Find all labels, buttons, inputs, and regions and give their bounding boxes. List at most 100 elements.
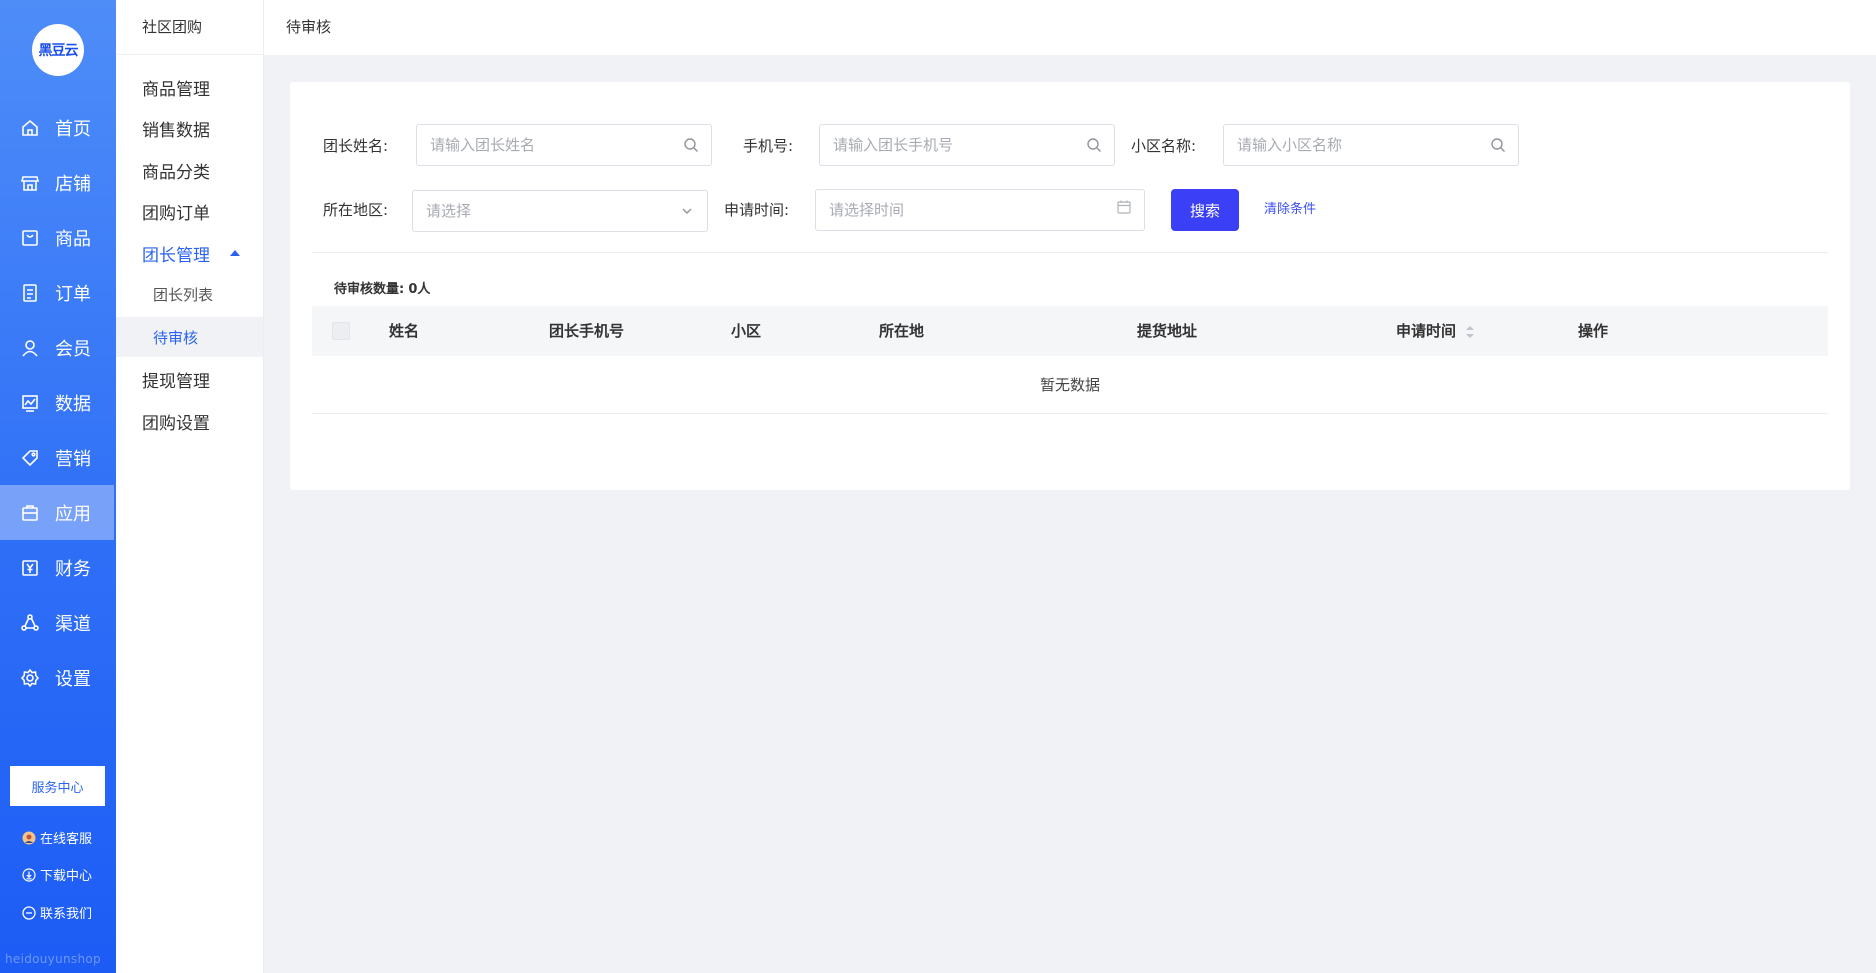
column-header-apply-time[interactable]: 申请时间	[1396, 306, 1475, 356]
tag-icon	[21, 449, 38, 466]
submenu-item-goods-management[interactable]: 商品管理	[116, 67, 263, 107]
nav-item-label: 设置	[55, 668, 91, 690]
goods-icon	[22, 229, 38, 246]
submenu-item-group-orders[interactable]: 团购订单	[116, 191, 263, 231]
nav-item-data[interactable]: 数据	[0, 375, 116, 430]
nav-item-label: 订单	[55, 283, 91, 305]
member-icon	[22, 339, 38, 357]
search-icon[interactable]	[683, 137, 699, 153]
apply-time-picker[interactable]	[815, 189, 1145, 231]
order-icon	[23, 283, 37, 302]
store-icon	[20, 175, 40, 191]
download-center-label: 下载中心	[40, 869, 93, 884]
search-icon[interactable]	[1490, 137, 1506, 153]
data-icon	[22, 394, 38, 412]
service-center-button[interactable]: 服务中心	[10, 766, 105, 806]
submenu-item-goods-category[interactable]: 商品分类	[116, 150, 263, 190]
submenu-child-pending-review[interactable]: 待审核	[116, 317, 263, 357]
secondary-menu: 社区团购 商品管理 销售数据 商品分类 团购订单 团长管理 团长列表 待审核 提…	[116, 0, 264, 973]
brand-logo[interactable]: 黑豆云	[32, 24, 84, 76]
pending-count: 待审核数量: 0人	[334, 278, 430, 297]
submenu-title: 社区团购	[116, 0, 263, 55]
table-header: 姓名 团长手机号 小区 所在地 提货地址 申请时间 操作	[312, 306, 1828, 356]
nav-item-label: 商品	[55, 228, 91, 250]
submenu-item-group-settings[interactable]: 团购设置	[116, 401, 263, 441]
nav-item-label: 渠道	[55, 613, 91, 635]
leader-name-field[interactable]	[416, 124, 712, 166]
content-card: 团长姓名: 手机号: 小区名称: 所在地区: 申请时间: 搜索 清除条件 待审核…	[290, 82, 1850, 490]
app-icon	[22, 504, 38, 521]
submenu-item-sales-data[interactable]: 销售数据	[116, 108, 263, 148]
community-label: 小区名称:	[1131, 137, 1197, 155]
phone-field[interactable]	[819, 124, 1115, 166]
submenu-item-withdrawal[interactable]: 提现管理	[116, 359, 263, 399]
finance-icon	[22, 559, 38, 576]
nav-item-app[interactable]: 应用	[0, 485, 114, 540]
region-select-input[interactable]	[413, 191, 707, 231]
download-center-link[interactable]: 下载中心	[22, 865, 92, 884]
contact-us-label: 联系我们	[40, 907, 93, 922]
phone-input[interactable]	[820, 125, 1114, 165]
select-all-checkbox[interactable]	[332, 322, 350, 340]
column-header-community: 小区	[731, 322, 762, 340]
community-field[interactable]	[1223, 124, 1519, 166]
nav-item-home[interactable]: 首页	[0, 100, 116, 155]
nav-item-label: 应用	[55, 503, 91, 525]
divider	[312, 252, 1828, 253]
avatar-icon	[22, 831, 36, 844]
submenu-item-leader-management[interactable]: 团长管理	[116, 233, 263, 273]
nav-item-label: 首页	[55, 118, 91, 140]
nav-item-store[interactable]: 店铺	[0, 155, 116, 210]
nav-item-goods[interactable]: 商品	[0, 210, 116, 265]
brand-watermark: heidouyunshop	[5, 952, 101, 966]
channel-icon	[21, 613, 39, 631]
column-header-name: 姓名	[389, 322, 420, 340]
download-icon	[22, 867, 36, 882]
caret-up-icon	[230, 250, 240, 256]
nav-item-order[interactable]: 订单	[0, 265, 116, 320]
nav-item-label: 数据	[55, 393, 91, 415]
home-icon	[22, 119, 38, 136]
page-header: 待审核	[264, 0, 1876, 55]
apply-time-label: 申请时间:	[724, 201, 790, 219]
gear-icon	[20, 668, 40, 687]
chevron-down-icon	[682, 208, 692, 214]
online-service-label: 在线客服	[40, 832, 93, 847]
pending-count-label: 待审核数量:	[334, 282, 405, 297]
column-header-pickup-address: 提货地址	[1137, 322, 1198, 340]
nav-item-channel[interactable]: 渠道	[0, 595, 116, 650]
apply-time-input[interactable]	[816, 190, 1144, 230]
contact-us-link[interactable]: 联系我们	[22, 903, 92, 922]
region-label: 所在地区:	[323, 201, 389, 219]
online-service-link[interactable]: 在线客服	[22, 828, 92, 847]
nav-item-member[interactable]: 会员	[0, 320, 116, 375]
region-select[interactable]	[412, 190, 708, 232]
table-empty-state: 暂无数据	[312, 356, 1828, 414]
nav-item-marketing[interactable]: 营销	[0, 430, 116, 485]
search-button[interactable]: 搜索	[1171, 189, 1239, 231]
clear-filters-link[interactable]: 清除条件	[1264, 198, 1316, 217]
nav-item-label: 会员	[55, 338, 91, 360]
page-title: 待审核	[286, 18, 332, 36]
chat-icon	[22, 905, 36, 920]
column-header-location: 所在地	[879, 322, 925, 340]
sort-icon[interactable]	[1466, 325, 1475, 338]
column-header-actions: 操作	[1578, 322, 1609, 340]
pending-count-value: 0人	[408, 282, 431, 297]
submenu-item-label: 团长管理	[142, 245, 210, 266]
leader-name-input[interactable]	[417, 125, 711, 165]
column-header-leader-phone: 团长手机号	[549, 322, 625, 340]
nav-item-label: 财务	[55, 558, 91, 580]
community-input[interactable]	[1224, 125, 1518, 165]
leader-name-label: 团长姓名:	[323, 137, 389, 155]
nav-item-finance[interactable]: 财务	[0, 540, 116, 595]
column-header-apply-time-label: 申请时间	[1396, 322, 1457, 340]
nav-item-settings[interactable]: 设置	[0, 650, 116, 705]
search-icon[interactable]	[1086, 137, 1102, 153]
main-nav: 黑豆云 首页 店铺 商品 订单 会员 数据 营销 应用 财务 渠道 设置 服务中…	[0, 0, 116, 973]
calendar-icon	[1117, 200, 1131, 214]
nav-item-label: 店铺	[55, 173, 91, 195]
submenu-child-leader-list[interactable]: 团长列表	[116, 274, 263, 314]
phone-label: 手机号:	[743, 137, 794, 155]
nav-item-label: 营销	[55, 448, 91, 470]
